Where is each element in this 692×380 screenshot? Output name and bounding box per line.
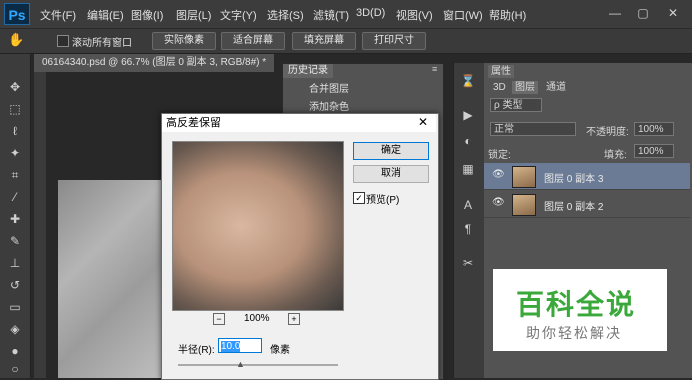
- panel-menu-icon[interactable]: ≡: [432, 64, 437, 74]
- scroll-all-checkbox[interactable]: [57, 35, 69, 47]
- history-tab[interactable]: 历史记录: [283, 64, 333, 78]
- blend-mode-select[interactable]: 正常: [490, 122, 576, 136]
- fill-label: 填充:: [604, 150, 627, 161]
- zoom-value: 100%: [244, 313, 270, 324]
- adjustments-panel-icon[interactable]: ◐: [459, 132, 477, 150]
- menu-edit[interactable]: 编辑(E): [87, 7, 124, 23]
- brush-tool-icon[interactable]: ✎: [6, 232, 24, 250]
- history-panel-icon[interactable]: ⌛: [459, 72, 477, 90]
- eraser-tool-icon[interactable]: ▭: [6, 298, 24, 316]
- paragraph-panel-icon[interactable]: ¶: [459, 220, 477, 238]
- close-icon[interactable]: ✕: [662, 4, 684, 22]
- dodge-tool-icon[interactable]: ○: [6, 360, 24, 378]
- stamp-tool-icon[interactable]: ⊥: [6, 254, 24, 272]
- radius-label: 半径(R):: [178, 345, 215, 356]
- minimize-icon[interactable]: —: [604, 4, 626, 22]
- lock-label: 锁定:: [488, 150, 511, 161]
- zoom-in-icon[interactable]: +: [288, 313, 300, 325]
- blur-tool-icon[interactable]: ●: [6, 342, 24, 360]
- document-tab[interactable]: 06164340.psd @ 66.7% (图层 0 副本 3, RGB/8#)…: [34, 54, 274, 72]
- history-item[interactable]: 合并图层: [283, 82, 441, 98]
- document-image[interactable]: [58, 180, 168, 378]
- watermark-title: 百科全说: [516, 289, 637, 320]
- opacity-label: 不透明度:: [586, 127, 629, 138]
- tool-presets-icon[interactable]: ✂: [459, 254, 477, 272]
- dialog-title: 高反差保留: [162, 114, 436, 132]
- layer-thumbnail: [512, 194, 536, 216]
- vertical-ruler: [34, 72, 46, 378]
- print-size-button[interactable]: 打印尺寸: [362, 32, 426, 50]
- menu-type[interactable]: 文字(Y): [220, 7, 257, 23]
- paint-bucket-icon[interactable]: ◈: [6, 320, 24, 338]
- menu-layer[interactable]: 图层(L): [176, 7, 211, 23]
- radius-slider-thumb[interactable]: ▲: [236, 359, 245, 369]
- fit-screen-button[interactable]: 适合屏幕: [221, 32, 285, 50]
- magic-wand-icon[interactable]: ✦: [6, 144, 24, 162]
- eye-icon[interactable]: 👁: [492, 169, 505, 180]
- menu-image[interactable]: 图像(I): [131, 7, 163, 23]
- styles-panel-icon[interactable]: ▦: [459, 160, 477, 178]
- eye-icon[interactable]: 👁: [492, 197, 505, 208]
- tab-3d[interactable]: 3D: [490, 81, 509, 94]
- tab-channels[interactable]: 通道: [543, 81, 569, 94]
- scroll-all-label: 滚动所有窗口: [72, 38, 132, 49]
- opacity-field[interactable]: 100%: [634, 122, 674, 136]
- lasso-tool-icon[interactable]: ℓ: [6, 122, 24, 140]
- eyedropper-tool-icon[interactable]: ⁄: [6, 188, 24, 206]
- hand-tool-icon[interactable]: ✋: [8, 32, 24, 48]
- tab-layers[interactable]: 图层: [512, 81, 538, 94]
- actual-pixels-button[interactable]: 实际像素: [152, 32, 216, 50]
- dialog-close-icon[interactable]: ✕: [418, 115, 428, 129]
- layer-filter-select[interactable]: ρ 类型: [490, 98, 542, 112]
- menu-filter[interactable]: 滤镜(T): [313, 7, 349, 23]
- radius-value: 10.0: [221, 341, 241, 352]
- layer-name: 图层 0 副本 2: [544, 202, 604, 213]
- preview-checkbox[interactable]: ✓: [353, 192, 365, 204]
- zoom-out-icon[interactable]: −: [213, 313, 225, 325]
- healing-brush-icon[interactable]: ✚: [6, 210, 24, 228]
- restore-icon[interactable]: ▢: [632, 4, 654, 22]
- menu-view[interactable]: 视图(V): [396, 7, 433, 23]
- watermark-subtitle: 助你轻松解决: [526, 325, 622, 341]
- menu-3d[interactable]: 3D(D): [356, 7, 385, 19]
- history-item-label: 合并图层: [309, 84, 349, 95]
- radius-slider-track[interactable]: [178, 364, 338, 366]
- properties-tab[interactable]: 属性: [488, 65, 514, 78]
- radius-unit: 像素: [270, 345, 290, 356]
- crop-tool-icon[interactable]: ⌗: [6, 166, 24, 184]
- layer-row-selected[interactable]: 👁 图层 0 副本 3: [484, 163, 690, 190]
- layer-row[interactable]: 👁 图层 0 副本 2: [484, 191, 690, 218]
- actions-panel-icon[interactable]: ▶: [459, 106, 477, 124]
- menu-file[interactable]: 文件(F): [40, 7, 76, 23]
- fill-screen-button[interactable]: 填充屏幕: [292, 32, 356, 50]
- fill-field[interactable]: 100%: [634, 144, 674, 158]
- character-panel-icon[interactable]: A: [459, 196, 477, 214]
- menu-help[interactable]: 帮助(H): [489, 7, 526, 23]
- marquee-tool-icon[interactable]: ⬚: [6, 100, 24, 118]
- history-brush-icon[interactable]: ↺: [6, 276, 24, 294]
- layer-name: 图层 0 副本 3: [544, 174, 604, 185]
- photoshop-logo: Ps: [4, 3, 30, 25]
- cancel-button[interactable]: 取消: [353, 165, 429, 183]
- preview-label: 预览(P): [366, 195, 400, 206]
- radius-field[interactable]: 10.0: [218, 338, 262, 353]
- move-tool-icon[interactable]: ✥: [6, 78, 24, 96]
- menu-window[interactable]: 窗口(W): [443, 7, 483, 23]
- layer-thumbnail: [512, 166, 536, 188]
- ok-button[interactable]: 确定: [353, 142, 429, 160]
- filter-preview-image[interactable]: [172, 141, 344, 311]
- menu-select[interactable]: 选择(S): [267, 7, 304, 23]
